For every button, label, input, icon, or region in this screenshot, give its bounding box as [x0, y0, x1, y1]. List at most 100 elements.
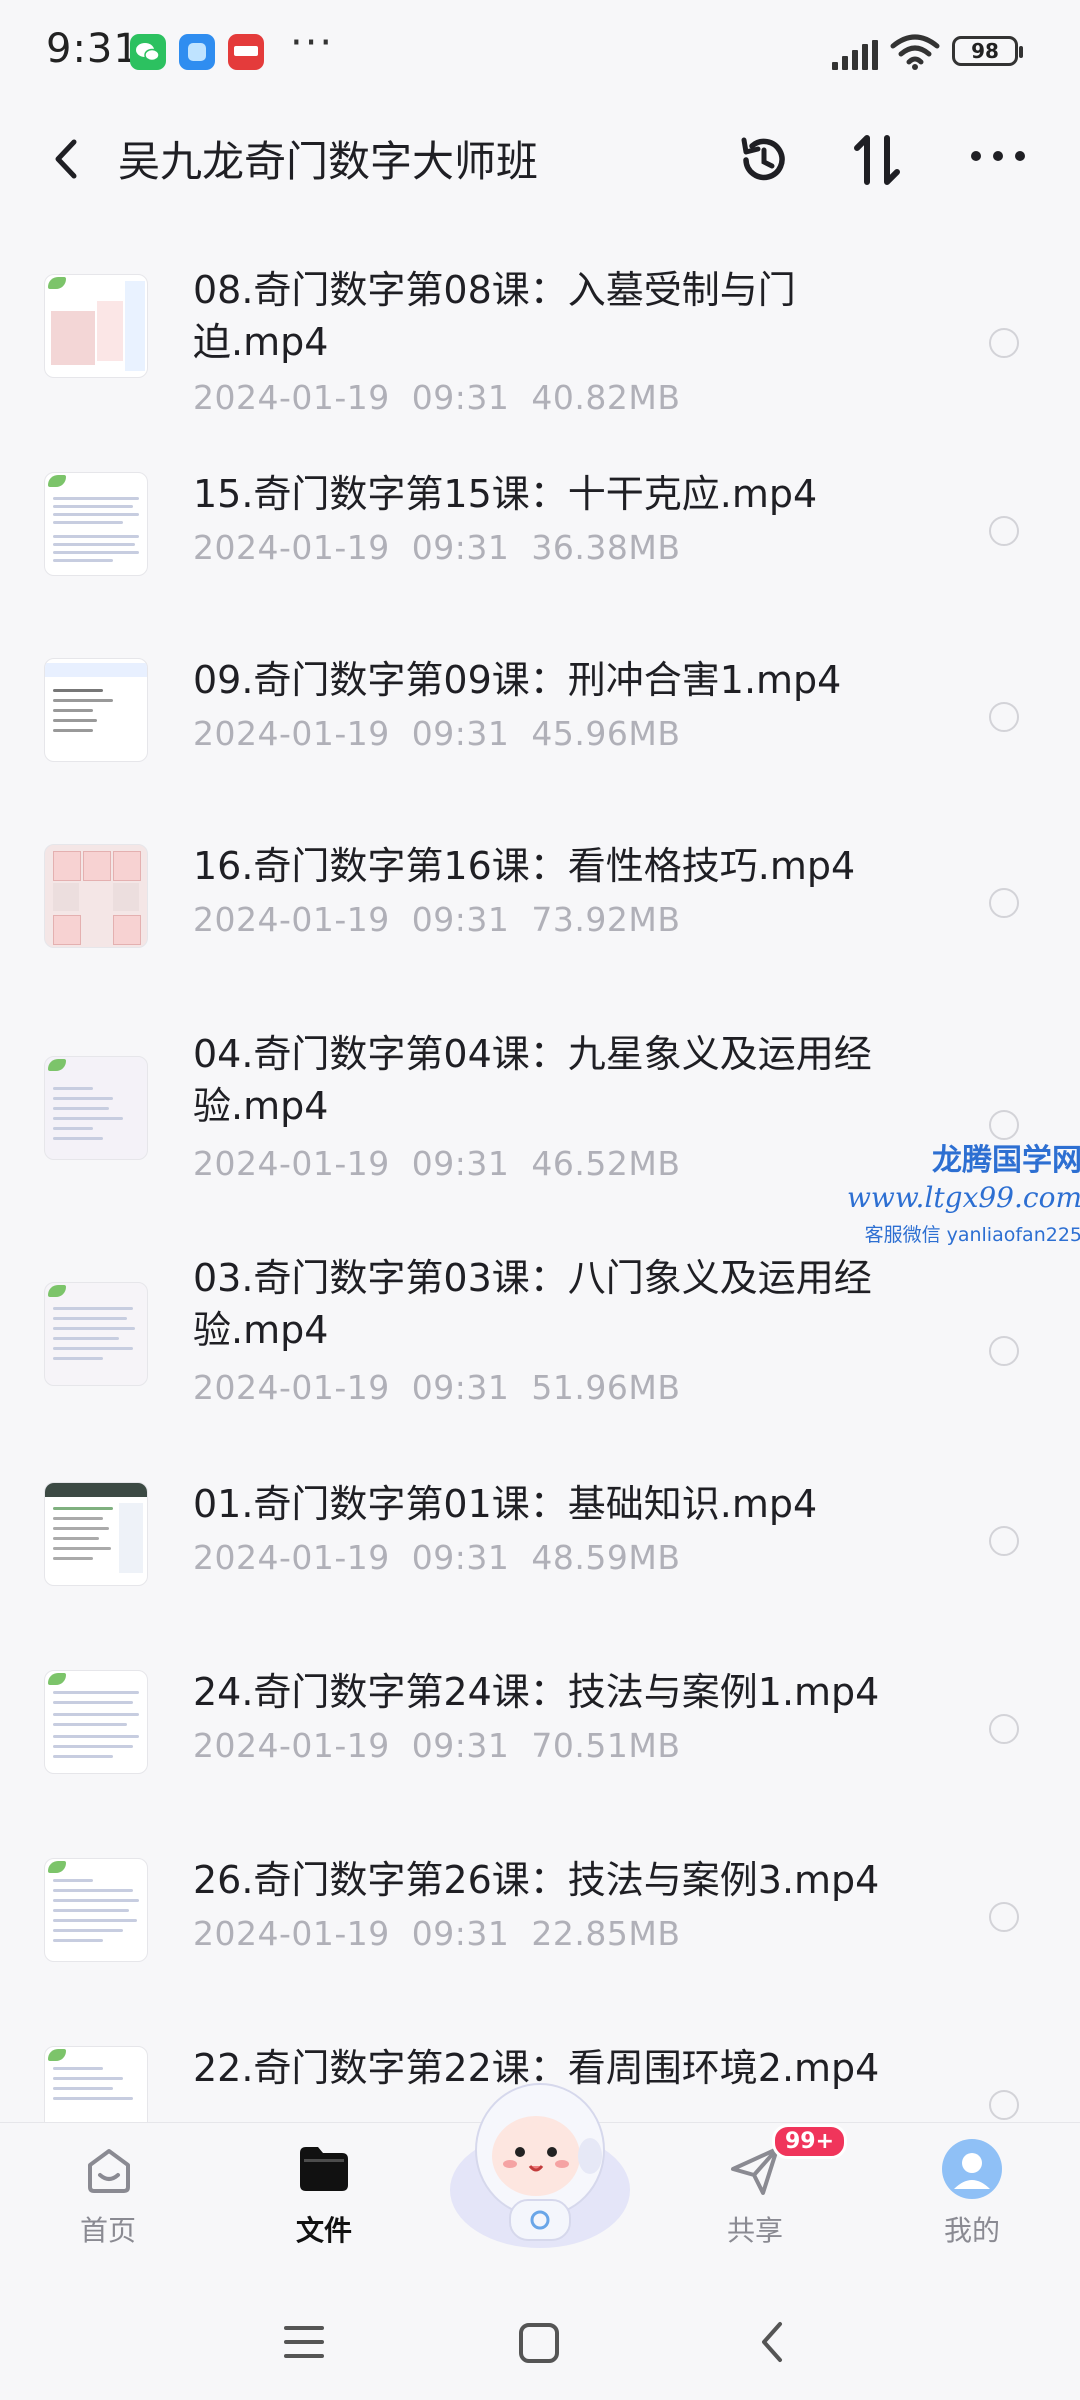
tab-label: 共享: [726, 2214, 783, 2247]
file-date: 2024-01-19: [193, 1144, 390, 1183]
select-radio[interactable]: [989, 328, 1019, 358]
file-name: 16.奇门数字第16课：看性格技巧.mp4: [193, 844, 856, 888]
file-meta: 2024-01-19 09:31 73.92MB: [193, 900, 702, 939]
tab-label: 我的: [943, 2214, 1000, 2247]
system-nav-bar: [0, 2282, 1080, 2400]
video-thumbnail: [44, 1282, 148, 1386]
video-thumbnail: [44, 1670, 148, 1774]
file-name: 24.奇门数字第24课：技法与案例1.mp4: [193, 1670, 880, 1714]
video-thumbnail: [44, 1858, 148, 1962]
file-name: 01.奇门数字第01课：基础知识.mp4: [193, 1482, 818, 1526]
file-size: 36.38MB: [531, 528, 681, 567]
signal-icon: [832, 40, 880, 74]
mascot-icon[interactable]: [440, 2060, 640, 2260]
file-date: 2024-01-19: [193, 714, 390, 753]
video-thumbnail: [44, 1482, 148, 1586]
back-nav-icon[interactable]: [756, 2318, 788, 2366]
back-icon[interactable]: [48, 134, 82, 188]
more-notifications-icon: ···: [290, 20, 335, 66]
watermark-title: 龙腾国学网: [932, 1143, 1080, 1178]
select-radio[interactable]: [989, 1714, 1019, 1744]
file-meta: 2024-01-19 09:31 70.51MB: [193, 1726, 702, 1765]
blue-app-icon: [179, 34, 215, 70]
file-size: 51.96MB: [531, 1368, 681, 1407]
file-time: 09:31: [411, 1144, 510, 1183]
tab-label: 文件: [295, 2214, 352, 2247]
file-time: 09:31: [411, 1914, 510, 1953]
status-bar: 9:31 ··· 98: [0, 0, 1080, 110]
file-meta: 2024-01-19 09:31 48.59MB: [193, 1538, 702, 1577]
select-radio[interactable]: [989, 516, 1019, 546]
home-square-icon[interactable]: [518, 2322, 560, 2364]
file-name: 26.奇门数字第26课：技法与案例3.mp4: [193, 1858, 880, 1902]
file-time: 09:31: [411, 528, 510, 567]
share-badge: 99+: [772, 2124, 848, 2159]
file-date: 2024-01-19: [193, 1368, 390, 1407]
file-time: 09:31: [411, 1368, 510, 1407]
watermark: 龙腾国学网 www.ltgx99.com 客服微信 yanliaofan225: [842, 1135, 1080, 1247]
history-icon[interactable]: [736, 132, 792, 192]
file-name: 04.奇门数字第04课：九星象义及运用经验.mp4: [193, 1032, 872, 1128]
list-item[interactable]: 08.奇门数字第08课：入墓受制与门迫.mp4 2024-01-19 09:31 4…: [0, 242, 1080, 442]
file-meta: 2024-01-19 09:31 45.96MB: [193, 714, 702, 753]
video-thumbnail: [44, 472, 148, 576]
menu-icon[interactable]: [282, 2322, 326, 2362]
file-size: 45.96MB: [531, 714, 681, 753]
sort-icon[interactable]: [852, 132, 902, 192]
watermark-url: www.ltgx99.com: [846, 1181, 1080, 1214]
file-date: 2024-01-19: [193, 528, 390, 567]
file-time: 09:31: [411, 1726, 510, 1765]
select-radio[interactable]: [989, 702, 1019, 732]
profile-icon: [942, 2139, 1002, 2199]
file-time: 09:31: [411, 900, 510, 939]
folder-icon: [300, 2147, 348, 2191]
more-icon[interactable]: [970, 144, 1026, 172]
select-radio[interactable]: [989, 1336, 1019, 1366]
list-item[interactable]: 01.奇门数字第01课：基础知识.mp4 2024-01-19 09:31 48.5…: [0, 1478, 1080, 1648]
file-size: 40.82MB: [531, 378, 681, 417]
wechat-icon: [130, 34, 166, 70]
battery-indicator: 98: [952, 36, 1023, 66]
file-date: 2024-01-19: [193, 1914, 390, 1953]
file-time: 09:31: [411, 1538, 510, 1577]
video-thumbnail: [44, 1056, 148, 1160]
file-meta: 2024-01-19 09:31 51.96MB: [193, 1368, 702, 1407]
file-time: 09:31: [411, 714, 510, 753]
file-date: 2024-01-19: [193, 1538, 390, 1577]
file-meta: 2024-01-19 09:31 40.82MB: [193, 378, 702, 417]
file-meta: 2024-01-19 09:31 46.52MB: [193, 1144, 702, 1183]
page-title: 吴九龙奇门数字大师班: [118, 137, 539, 186]
file-size: 22.85MB: [531, 1914, 681, 1953]
select-radio[interactable]: [989, 888, 1019, 918]
home-icon: [88, 2149, 130, 2193]
file-time: 09:31: [411, 378, 510, 417]
list-item[interactable]: 26.奇门数字第26课：技法与案例3.mp4 2024-01-19 09:31 22…: [0, 1854, 1080, 2024]
list-item[interactable]: 24.奇门数字第24课：技法与案例1.mp4 2024-01-19 09:31 70…: [0, 1666, 1080, 1836]
video-thumbnail: [44, 844, 148, 948]
status-time: 9:31: [46, 26, 140, 72]
file-size: 70.51MB: [531, 1726, 681, 1765]
list-item[interactable]: 16.奇门数字第16课：看性格技巧.mp4 2024-01-19 09:31 73.…: [0, 832, 1080, 1002]
list-item[interactable]: 09.奇门数字第09课：刑冲合害1.mp4 2024-01-19 09:31 45.…: [0, 646, 1080, 816]
video-thumbnail: [44, 274, 148, 378]
file-date: 2024-01-19: [193, 900, 390, 939]
file-meta: 2024-01-19 09:31 22.85MB: [193, 1914, 702, 1953]
video-thumbnail: [44, 2046, 148, 2122]
app-header: 吴九龙奇门数字大师班: [0, 110, 1080, 210]
file-name: 15.奇门数字第15课：十干克应.mp4: [193, 472, 818, 516]
file-size: 48.59MB: [531, 1538, 681, 1577]
file-date: 2024-01-19: [193, 378, 390, 417]
video-thumbnail: [44, 658, 148, 762]
select-radio[interactable]: [989, 1902, 1019, 1932]
file-name: 03.奇门数字第03课：八门象义及运用经验.mp4: [193, 1256, 872, 1352]
file-name: 09.奇门数字第09课：刑冲合害1.mp4: [193, 658, 842, 702]
file-date: 2024-01-19: [193, 1726, 390, 1765]
list-item[interactable]: 15.奇门数字第15课：十干克应.mp4 2024-01-19 09:31 36.3…: [0, 458, 1080, 628]
file-size: 46.52MB: [531, 1144, 681, 1183]
file-meta: 2024-01-19 09:31 36.38MB: [193, 528, 702, 567]
kandian-icon: [228, 34, 264, 70]
list-item[interactable]: 03.奇门数字第03课：八门象义及运用经验.mp4 2024-01-19 09:3…: [0, 1248, 1080, 1468]
select-radio[interactable]: [989, 2090, 1019, 2120]
select-radio[interactable]: [989, 1526, 1019, 1556]
file-name: 08.奇门数字第08课：入墓受制与门迫.mp4: [193, 268, 796, 364]
